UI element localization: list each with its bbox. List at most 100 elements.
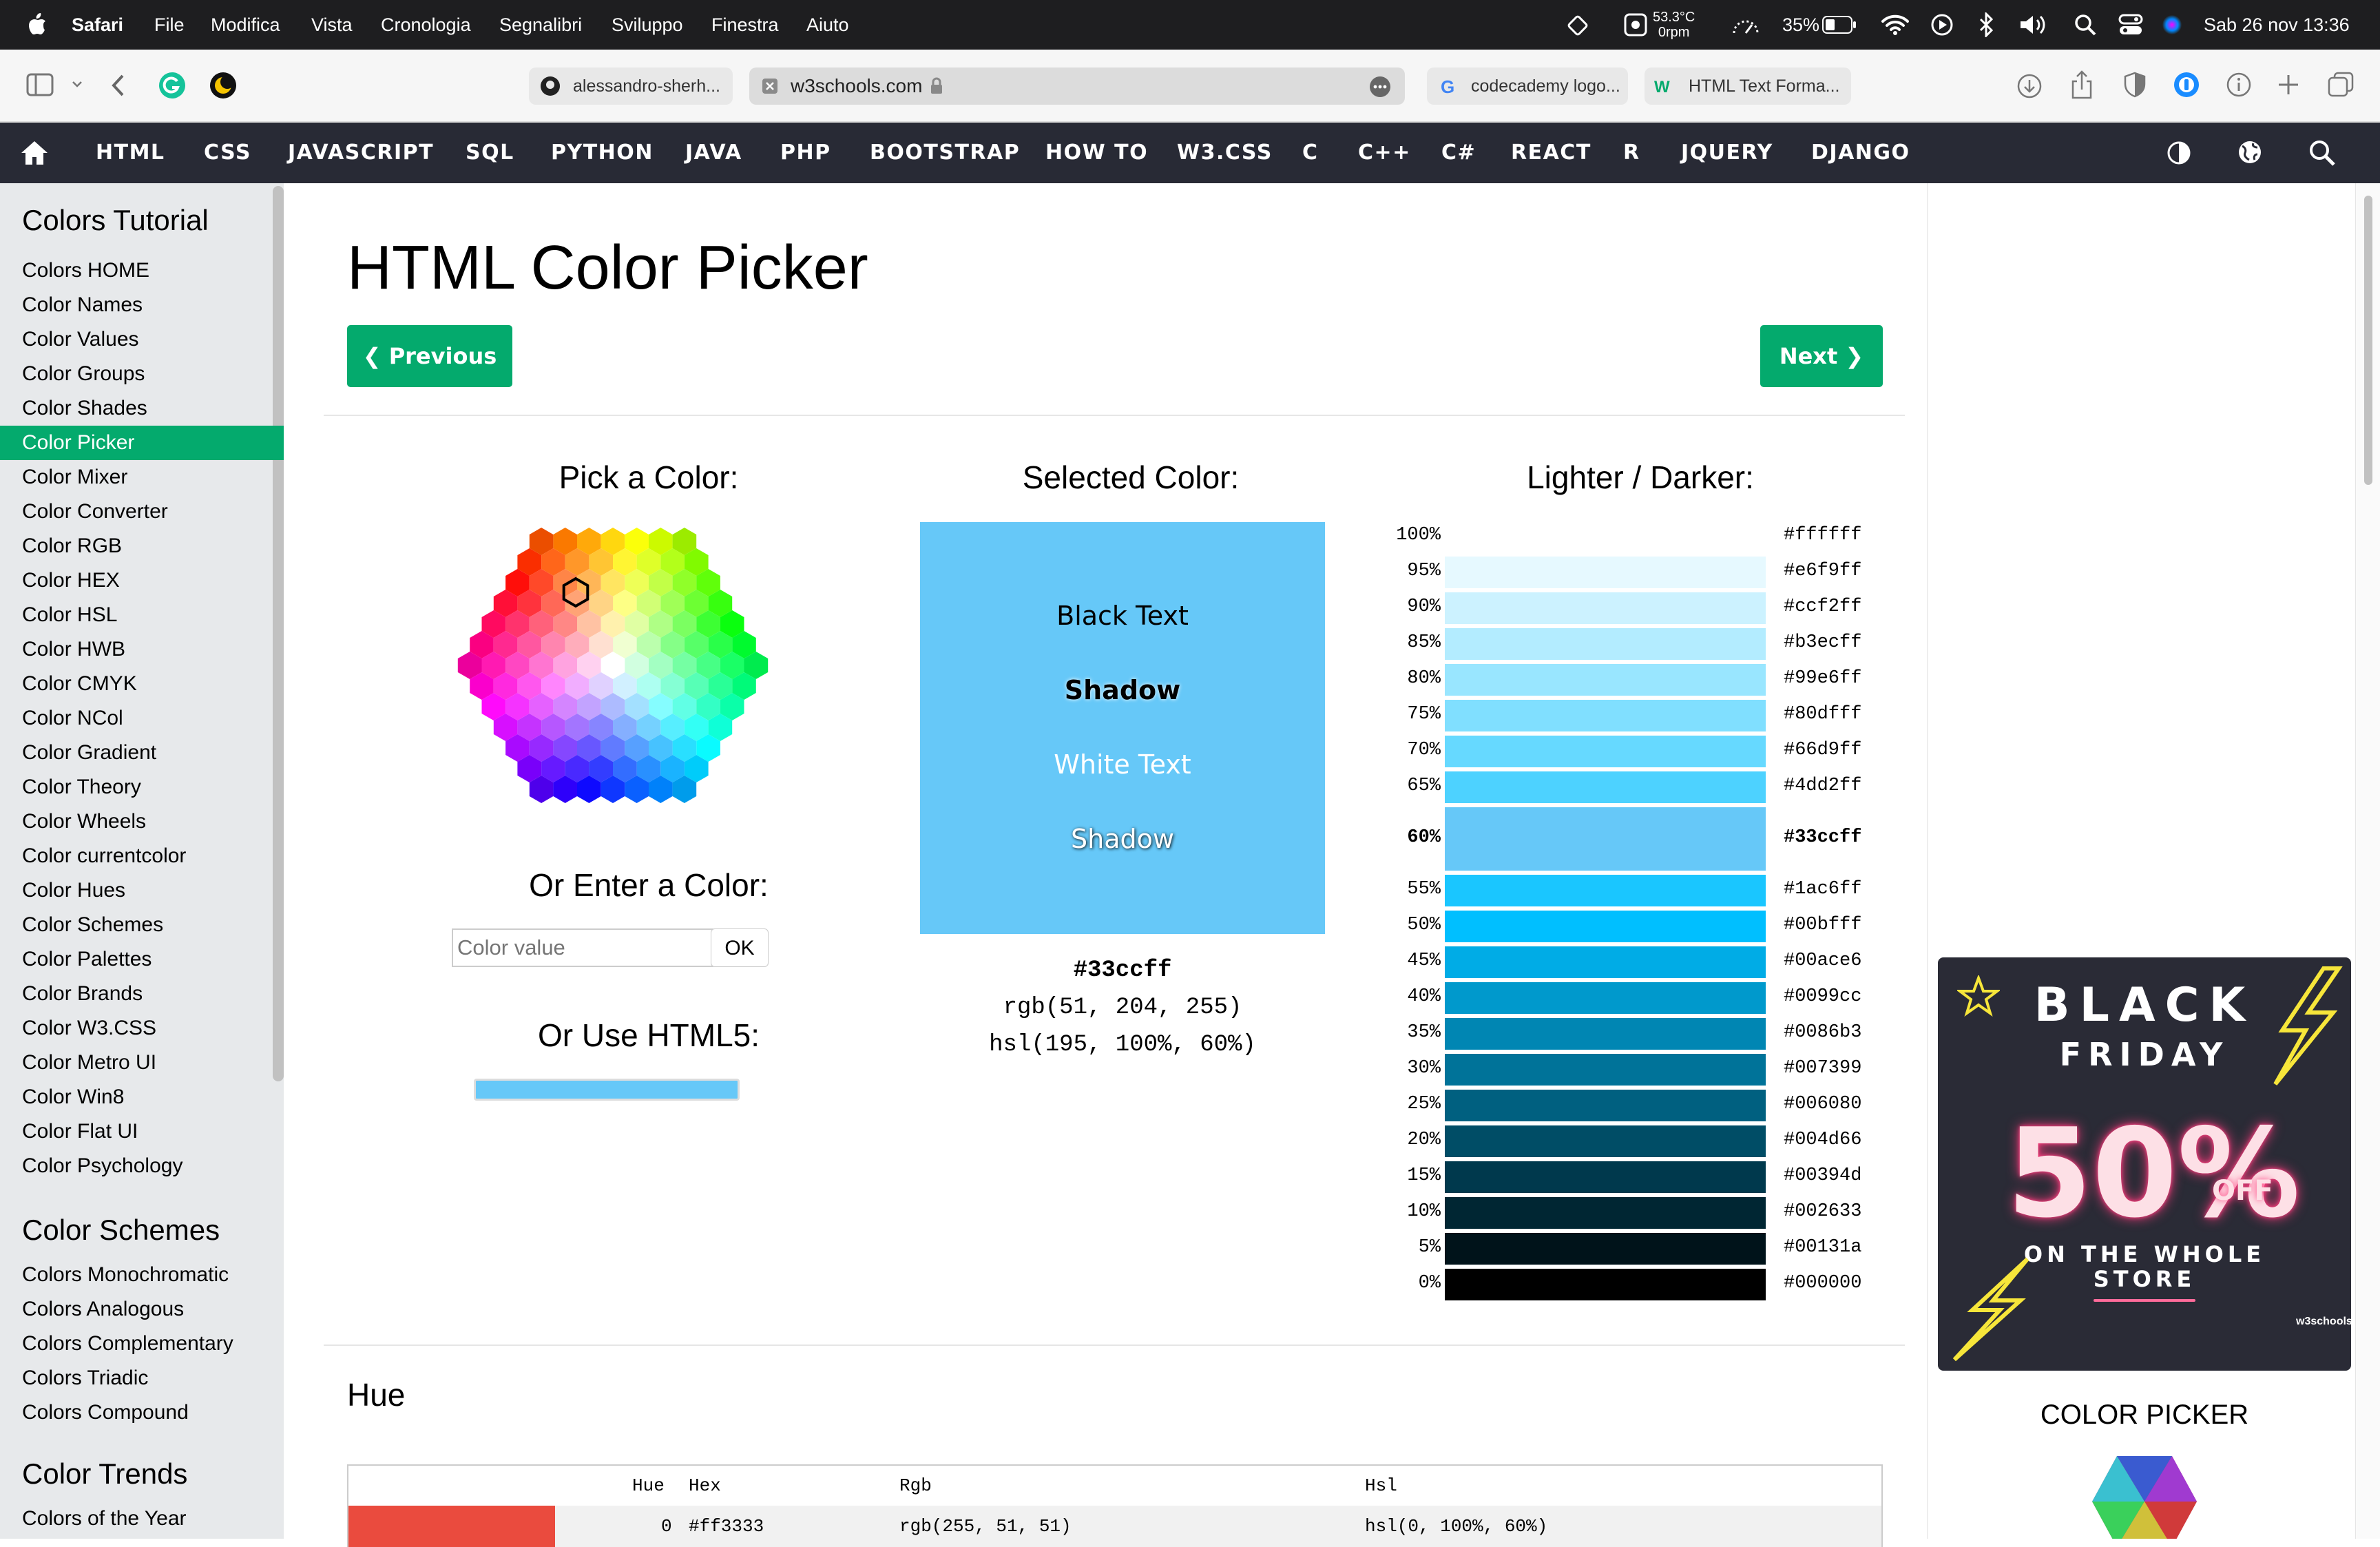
nav-w3css[interactable]: W3.CSS [1177, 123, 1273, 183]
sidebar-item[interactable]: Color Flat UI [0, 1114, 284, 1149]
sidebar-item[interactable]: Color currentcolor [0, 839, 284, 873]
next-button[interactable]: Next ❯ [1760, 325, 1883, 387]
search-icon[interactable] [2308, 139, 2336, 167]
datetime[interactable]: Sab 26 nov 13:36 [2204, 0, 2350, 50]
download-icon[interactable] [2016, 73, 2043, 99]
menu-cronologia[interactable]: Cronologia [381, 0, 471, 50]
color-hex-map[interactable] [441, 521, 785, 810]
volume-icon[interactable] [2019, 14, 2048, 36]
sidebar-item[interactable]: Colors Triadic [0, 1361, 284, 1395]
play-icon[interactable] [1931, 14, 1953, 36]
color-picker-thumbnail[interactable] [2089, 1453, 2200, 1539]
bluetooth-icon[interactable] [1978, 12, 1994, 37]
sidebar-item[interactable]: Color NCol [0, 701, 284, 736]
tab-github[interactable]: alessandro-sherh... [529, 68, 733, 105]
menu-file[interactable]: File [154, 0, 185, 50]
info-icon[interactable] [2226, 72, 2252, 98]
more-icon[interactable] [1369, 76, 1391, 98]
shade-swatch[interactable] [1445, 946, 1766, 978]
tab-codecademy[interactable]: G codecademy logo... [1427, 68, 1628, 105]
nav-react[interactable]: REACT [1511, 123, 1591, 183]
sidebar-item[interactable]: Color Values [0, 322, 284, 357]
shade-swatch[interactable] [1445, 1269, 1766, 1300]
sidebar-item[interactable]: Color RGB [0, 529, 284, 563]
nav-html[interactable]: HTML [96, 123, 165, 183]
sidebar-item[interactable]: Color Metro UI [0, 1046, 284, 1080]
nav-howto[interactable]: HOW TO [1045, 123, 1148, 183]
shade-swatch[interactable] [1445, 807, 1766, 871]
shade-swatch[interactable] [1445, 592, 1766, 624]
sidebar-item[interactable]: Color HSL [0, 598, 284, 632]
contrast-icon[interactable] [2167, 141, 2191, 165]
sidebar-item[interactable]: Color Theory [0, 770, 284, 804]
sidebar-item[interactable]: Color Mixer [0, 460, 284, 495]
shade-swatch[interactable] [1445, 1161, 1766, 1193]
nav-csharp[interactable]: C# [1441, 123, 1476, 183]
nav-r[interactable]: R [1623, 123, 1640, 183]
nav-c[interactable]: C [1302, 123, 1319, 183]
table-row[interactable]: 0 #ff3333 rgb(255, 51, 51) hsl(0, 100%, … [348, 1506, 1881, 1547]
nav-jquery[interactable]: JQUERY [1681, 123, 1773, 183]
dark-reader-icon[interactable] [209, 72, 237, 99]
sidebar-item[interactable]: Colors Analogous [0, 1292, 284, 1327]
tab-w3schools[interactable]: w3schools.com [749, 68, 1405, 105]
menu-modifica[interactable]: Modifica [211, 0, 280, 50]
nav-javascript[interactable]: JAVASCRIPT [288, 123, 434, 183]
sidebar-item[interactable]: Colors HOME [0, 253, 284, 288]
nav-sql[interactable]: SQL [466, 123, 514, 183]
sidebar-item[interactable]: Color Brands [0, 977, 284, 1011]
wifi-icon[interactable] [1881, 14, 1909, 36]
shade-swatch[interactable] [1445, 771, 1766, 803]
sidebar-item[interactable]: Colors Compound [0, 1395, 284, 1430]
shade-swatch[interactable] [1445, 911, 1766, 942]
control-center-icon[interactable] [2118, 14, 2143, 36]
shield-icon[interactable] [2122, 72, 2147, 98]
shade-swatch[interactable] [1445, 1233, 1766, 1265]
sidebar-item[interactable]: Color HEX [0, 563, 284, 598]
shade-swatch[interactable] [1445, 557, 1766, 588]
menu-finestra[interactable]: Finestra [711, 0, 779, 50]
scrollbar-thumb[interactable] [2364, 196, 2372, 485]
battery-icon[interactable] [1822, 16, 1857, 34]
new-tab-icon[interactable] [2277, 73, 2300, 96]
shade-swatch[interactable] [1445, 1018, 1766, 1050]
globe-icon[interactable] [2237, 139, 2263, 165]
shade-swatch[interactable] [1445, 982, 1766, 1014]
sidebar-item[interactable]: Color CMYK [0, 667, 284, 701]
sidebar-item[interactable]: Color Gradient [0, 736, 284, 770]
spotlight-search-icon[interactable] [2074, 14, 2096, 36]
back-icon[interactable] [110, 73, 127, 98]
sidebar-item[interactable]: Colors Monochromatic [0, 1258, 284, 1292]
sidebar-item[interactable]: Color Palettes [0, 942, 284, 977]
nav-python[interactable]: PYTHON [551, 123, 654, 183]
sidebar-item[interactable]: Color Groups [0, 357, 284, 391]
sidebar-item[interactable]: Color Shades [0, 391, 284, 426]
sidebar-item[interactable]: Color Converter [0, 495, 284, 529]
nav-django[interactable]: DJANGO [1811, 123, 1910, 183]
diamond-icon[interactable] [1566, 14, 1589, 37]
menu-safari[interactable]: Safari [72, 0, 123, 50]
shade-swatch[interactable] [1445, 1054, 1766, 1086]
sidebar-item[interactable]: Color Win8 [0, 1080, 284, 1114]
shade-swatch[interactable] [1445, 1125, 1766, 1157]
sidebar-item[interactable]: Color Hues [0, 873, 284, 908]
menu-aiuto[interactable]: Aiuto [806, 0, 849, 50]
page-scrollbar[interactable] [2355, 183, 2380, 1539]
home-icon[interactable] [19, 139, 50, 167]
sidebar-item[interactable]: Colors of the Year [0, 1502, 284, 1536]
menu-sviluppo[interactable]: Sviluppo [612, 0, 683, 50]
sidebar-toggle-icon[interactable] [26, 73, 58, 98]
1password-icon[interactable] [2173, 72, 2200, 98]
sidebar-item[interactable]: Color Schemes [0, 908, 284, 942]
shade-swatch[interactable] [1445, 628, 1766, 660]
menu-segnalibri[interactable]: Segnalibri [499, 0, 582, 50]
previous-button[interactable]: ❮ Previous [347, 325, 512, 387]
apple-logo-icon[interactable] [28, 12, 47, 36]
nav-php[interactable]: PHP [780, 123, 831, 183]
nav-cpp[interactable]: C++ [1358, 123, 1411, 183]
shade-swatch[interactable] [1445, 1090, 1766, 1121]
sidebar-item[interactable]: Colors Complementary [0, 1327, 284, 1361]
sidebar-item[interactable]: Color W3.CSS [0, 1011, 284, 1046]
shade-swatch[interactable] [1445, 521, 1766, 552]
gauge-icon[interactable] [1731, 15, 1760, 36]
